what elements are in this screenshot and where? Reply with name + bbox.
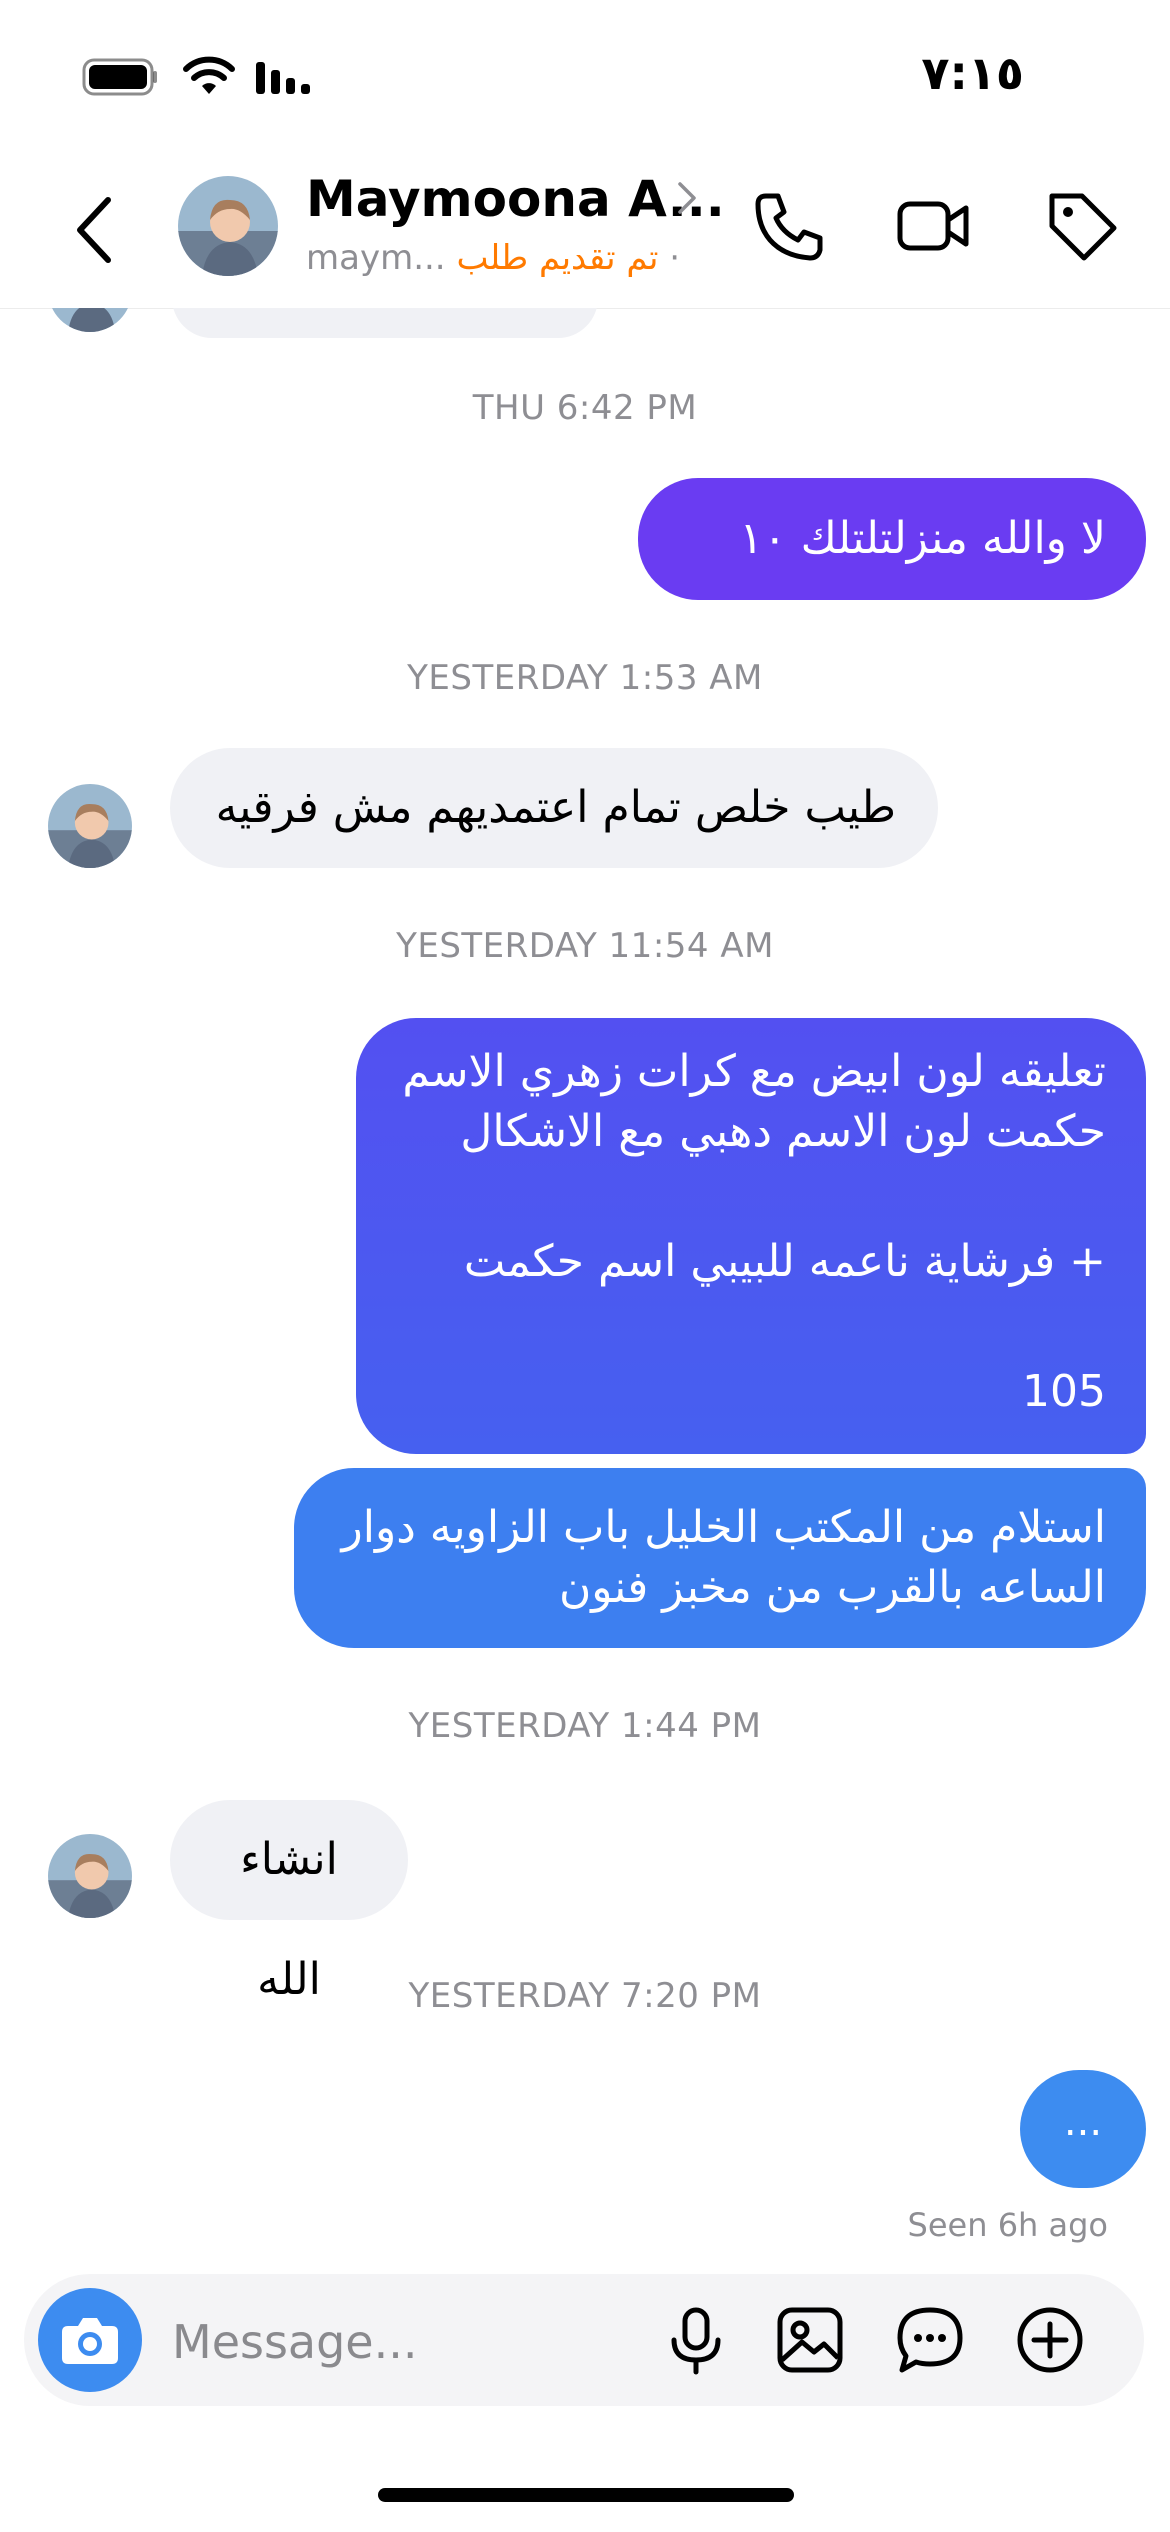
message-outgoing[interactable]: تعليقه لون ابيض مع كرات زهري الاسم حكمت …	[356, 1018, 1146, 1454]
message-incoming-partial	[172, 308, 598, 338]
contact-name[interactable]: Maymoona A...	[306, 170, 725, 228]
message-incoming[interactable]: انشاء الله	[170, 1800, 408, 2005]
order-status: تم تقديم طلب	[456, 238, 659, 278]
timestamp: YESTERDAY 11:54 AM	[396, 926, 774, 966]
timestamp: YESTERDAY 1:44 PM	[408, 1706, 762, 1746]
status-bar: ٧:١٥	[0, 0, 1170, 150]
signal-icon	[256, 62, 310, 94]
contact-subtitle: maym... تم تقديم طلب ·	[306, 238, 680, 278]
username: maym...	[306, 238, 446, 278]
plus-circle-icon[interactable]	[1014, 2304, 1086, 2376]
message-outgoing[interactable]: استلام من المكتب الخليل باب الزاويه دوار…	[294, 1468, 1146, 1648]
phone-icon[interactable]	[752, 188, 828, 264]
chat-bubble-icon[interactable]	[894, 2304, 966, 2376]
image-icon[interactable]	[774, 2304, 846, 2376]
home-indicator[interactable]	[378, 2488, 794, 2502]
microphone-icon[interactable]	[660, 2304, 732, 2376]
camera-button[interactable]	[38, 2288, 142, 2392]
video-camera-icon[interactable]	[896, 188, 972, 264]
contact-avatar[interactable]	[178, 176, 278, 276]
separator-dot: ·	[669, 238, 681, 278]
chat-thread[interactable]: THU 6:42 PM لا والله منزلتلتلك ١٠ والله …	[0, 308, 1170, 2268]
chat-header: Maymoona A... maym... تم تقديم طلب ·	[0, 150, 1170, 309]
typing-indicator: ...	[1020, 2070, 1146, 2188]
contact-avatar-small[interactable]	[48, 784, 132, 868]
back-button[interactable]	[64, 190, 124, 270]
camera-icon	[62, 2318, 118, 2364]
contact-avatar-small[interactable]	[48, 1834, 132, 1918]
timestamp: YESTERDAY 7:20 PM	[408, 1976, 762, 2016]
chevron-right-icon[interactable]	[676, 180, 698, 216]
message-incoming[interactable]: طيب خلص تمام اعتمديهم مش فرقيه	[170, 748, 938, 868]
timestamp: THU 6:42 PM	[472, 388, 698, 428]
tag-icon[interactable]	[1044, 188, 1120, 264]
wifi-icon	[183, 56, 235, 94]
contact-avatar-small	[48, 308, 132, 332]
timestamp: YESTERDAY 1:53 AM	[407, 658, 763, 698]
message-outgoing[interactable]: لا والله منزلتلتلك ١٠ والله	[638, 478, 1146, 686]
clock-time: ٧:١٥	[921, 46, 1024, 100]
seen-receipt: Seen 6h ago	[907, 2206, 1108, 2244]
battery-icon	[82, 58, 157, 96]
message-input[interactable]	[170, 2306, 654, 2378]
message-composer	[24, 2274, 1144, 2406]
